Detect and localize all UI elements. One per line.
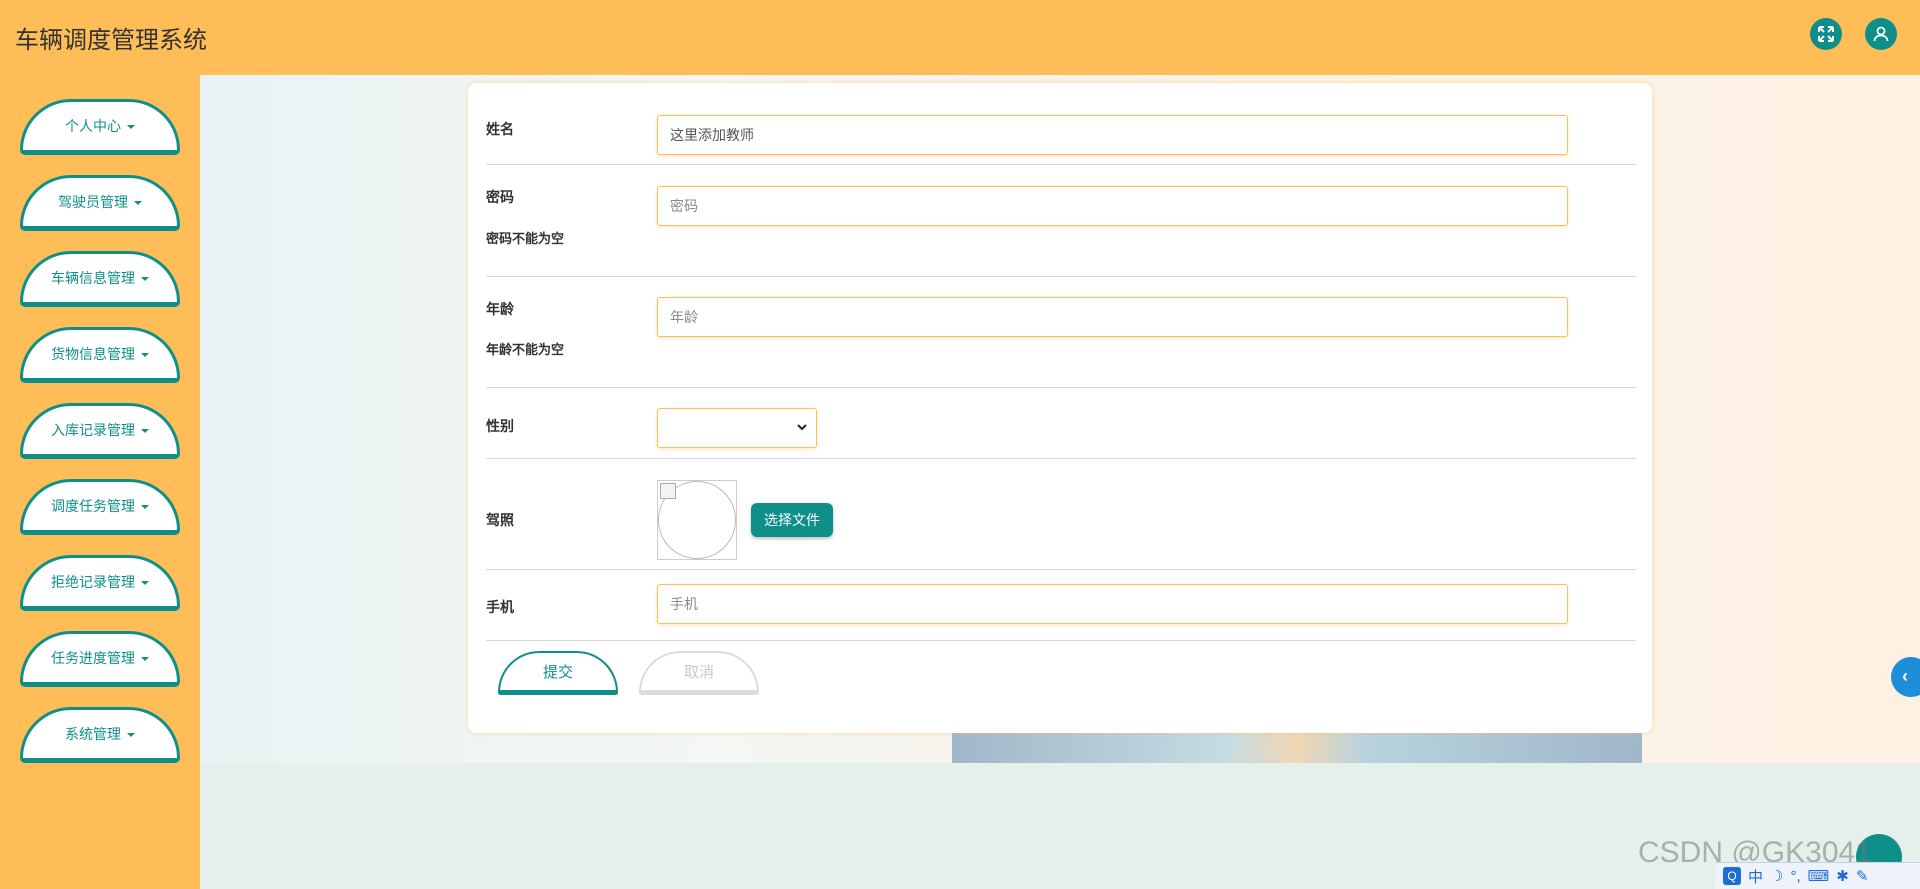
sidebar-item-label: 驾驶员管理 bbox=[58, 195, 128, 211]
broken-image-icon bbox=[660, 483, 676, 499]
age-label: 年龄 bbox=[486, 302, 514, 318]
fullscreen-icon[interactable] bbox=[1810, 18, 1842, 50]
caret-down-icon bbox=[141, 505, 149, 509]
form-row-age: 年龄 年龄 年龄不能为空 bbox=[486, 277, 1636, 388]
cancel-button[interactable]: 取消 bbox=[639, 651, 759, 695]
name-value: 这里添加教师 bbox=[670, 128, 754, 144]
sidebar-item-label: 任务进度管理 bbox=[51, 651, 135, 667]
sidebar-item-system-management[interactable]: 系统管理 bbox=[20, 707, 180, 763]
caret-down-icon bbox=[127, 733, 135, 737]
form-row-gender: 性别 bbox=[486, 388, 1636, 459]
sidebar-item-driver-management[interactable]: 驾驶员管理 bbox=[20, 175, 180, 231]
chevron-down-icon bbox=[797, 424, 807, 431]
age-input[interactable]: 年龄 bbox=[657, 297, 1568, 337]
chevron-left-icon: ‹ bbox=[1902, 666, 1908, 686]
password-label: 密码 bbox=[486, 190, 514, 206]
settings-icon[interactable]: ✱ bbox=[1836, 867, 1849, 885]
sidebar-item-label: 个人中心 bbox=[65, 119, 121, 135]
phone-label: 手机 bbox=[486, 600, 514, 616]
caret-down-icon bbox=[134, 201, 142, 205]
sidebar-item-warehouse-records[interactable]: 入库记录管理 bbox=[20, 403, 180, 459]
password-error: 密码不能为空 bbox=[486, 232, 565, 247]
ime-toolbar: Q 中 ☽ °, ⌨ ✱ ✎ bbox=[1715, 862, 1920, 889]
top-header: 车辆调度管理系统 bbox=[0, 0, 1920, 75]
gender-label: 性别 bbox=[486, 419, 514, 435]
age-placeholder: 年龄 bbox=[670, 310, 698, 326]
sidebar-item-label: 拒绝记录管理 bbox=[51, 575, 135, 591]
name-label: 姓名 bbox=[486, 122, 514, 138]
caret-down-icon bbox=[141, 429, 149, 433]
wrench-icon[interactable]: ✎ bbox=[1856, 867, 1869, 885]
sidebar-item-label: 调度任务管理 bbox=[51, 499, 135, 515]
submit-button[interactable]: 提交 bbox=[498, 651, 618, 695]
name-input[interactable]: 这里添加教师 bbox=[657, 115, 1568, 155]
gender-select[interactable] bbox=[657, 408, 817, 448]
moon-icon[interactable]: ☽ bbox=[1770, 867, 1783, 885]
form-row-phone: 手机 手机 bbox=[486, 570, 1636, 641]
sidebar-item-dispatch-tasks[interactable]: 调度任务管理 bbox=[20, 479, 180, 535]
caret-down-icon bbox=[141, 277, 149, 281]
caret-down-icon bbox=[141, 581, 149, 585]
sidebar-item-cargo-info[interactable]: 货物信息管理 bbox=[20, 327, 180, 383]
license-label: 驾照 bbox=[486, 513, 514, 529]
choose-file-button[interactable]: 选择文件 bbox=[751, 503, 833, 537]
form-row-password: 密码 密码 密码不能为空 bbox=[486, 165, 1636, 277]
password-input[interactable]: 密码 bbox=[657, 186, 1568, 226]
license-photo-preview bbox=[657, 480, 737, 560]
sidebar-item-personal-center[interactable]: 个人中心 bbox=[20, 99, 180, 155]
phone-input[interactable]: 手机 bbox=[657, 584, 1568, 624]
phone-placeholder: 手机 bbox=[670, 597, 698, 613]
sidebar-item-task-progress[interactable]: 任务进度管理 bbox=[20, 631, 180, 687]
password-placeholder: 密码 bbox=[670, 199, 698, 215]
user-icon[interactable] bbox=[1865, 18, 1897, 50]
caret-down-icon bbox=[141, 353, 149, 357]
app-title: 车辆调度管理系统 bbox=[15, 26, 207, 54]
punctuation-icon[interactable]: °, bbox=[1790, 868, 1800, 885]
form-row-license: 驾照 选择文件 bbox=[486, 459, 1636, 570]
sidebar: 个人中心 驾驶员管理 车辆信息管理 货物信息管理 入库记录管理 调度任务管理 拒… bbox=[0, 75, 200, 889]
ime-logo-icon[interactable]: Q bbox=[1723, 867, 1741, 885]
sidebar-item-vehicle-info[interactable]: 车辆信息管理 bbox=[20, 251, 180, 307]
sidebar-item-label: 车辆信息管理 bbox=[51, 271, 135, 287]
ime-mode[interactable]: 中 bbox=[1748, 866, 1763, 887]
caret-down-icon bbox=[141, 657, 149, 661]
caret-down-icon bbox=[127, 125, 135, 129]
sidebar-item-label: 入库记录管理 bbox=[51, 423, 135, 439]
sidebar-item-label: 系统管理 bbox=[65, 727, 121, 743]
keyboard-icon[interactable]: ⌨ bbox=[1808, 867, 1830, 885]
background-illustration bbox=[952, 730, 1642, 763]
sidebar-item-label: 货物信息管理 bbox=[51, 347, 135, 363]
form-row-name: 姓名 这里添加教师 bbox=[486, 83, 1636, 165]
driver-form: 姓名 这里添加教师 密码 密码 密码不能为空 年龄 年龄 年龄不能为空 性别 驾… bbox=[468, 83, 1652, 733]
age-error: 年龄不能为空 bbox=[486, 343, 565, 358]
sidebar-item-rejection-records[interactable]: 拒绝记录管理 bbox=[20, 555, 180, 611]
